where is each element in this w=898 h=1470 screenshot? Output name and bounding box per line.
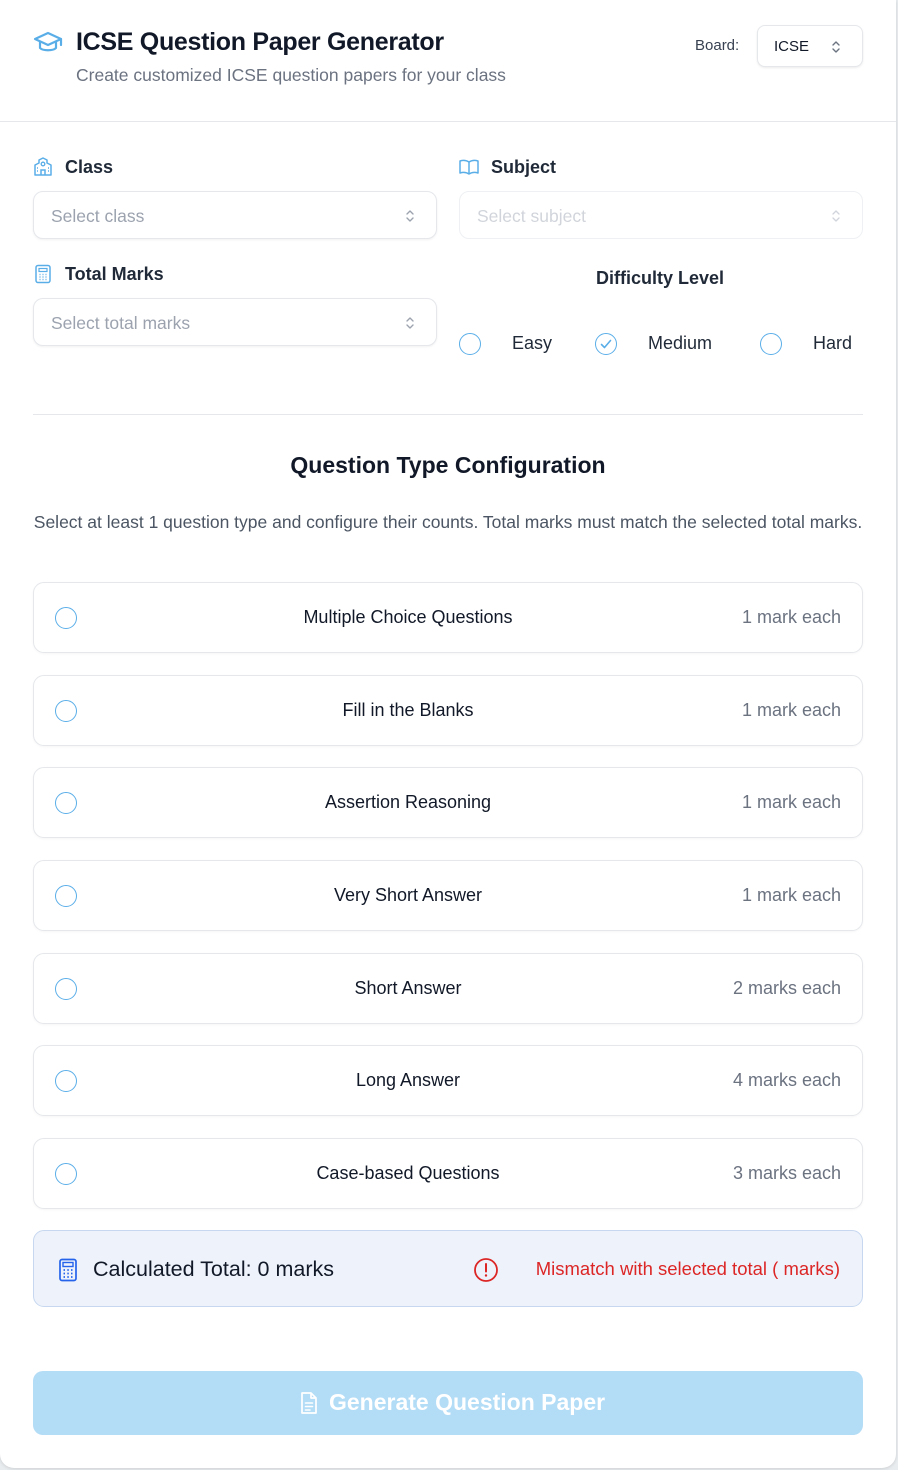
question-type-row[interactable]: Long Answer 4 marks each xyxy=(33,1045,863,1116)
alert-circle-icon xyxy=(474,1258,498,1282)
question-type-marks: 1 mark each xyxy=(741,885,841,905)
chevron-updown-icon xyxy=(406,317,414,329)
header: ICSE Question Paper Generator Create cus… xyxy=(0,0,896,122)
question-type-marks: 1 mark each xyxy=(741,700,841,720)
generate-paper-button[interactable]: Generate Question Paper xyxy=(33,1371,863,1435)
class-select[interactable]: Select class xyxy=(33,191,437,239)
question-type-name: Long Answer xyxy=(355,1070,461,1090)
class-label: Class xyxy=(65,157,114,177)
chevron-updown-icon xyxy=(832,41,840,53)
question-type-radio[interactable] xyxy=(55,978,77,1000)
difficulty-medium-radio[interactable] xyxy=(595,333,617,355)
question-type-marks: 1 mark each xyxy=(741,607,841,627)
difficulty-easy-label: Easy xyxy=(512,333,553,353)
divider xyxy=(33,414,863,415)
calculator-icon xyxy=(35,264,51,284)
book-open-icon xyxy=(459,159,479,175)
question-type-radio[interactable] xyxy=(55,607,77,629)
question-type-marks: 4 marks each xyxy=(732,1070,841,1090)
question-type-radio[interactable] xyxy=(55,700,77,722)
total-marks-placeholder: Select total marks xyxy=(51,313,191,333)
graduation-cap-icon xyxy=(33,31,63,52)
page-title: ICSE Question Paper Generator xyxy=(76,28,444,56)
config-description: Select at least 1 question type and conf… xyxy=(33,512,863,532)
question-type-row[interactable]: Assertion Reasoning 1 mark each xyxy=(33,767,863,838)
page-subtitle: Create customized ICSE question papers f… xyxy=(76,65,506,85)
file-text-icon xyxy=(301,1392,317,1414)
difficulty-medium-label: Medium xyxy=(648,333,713,353)
question-type-radio[interactable] xyxy=(55,1070,77,1092)
generator-card: ICSE Question Paper Generator Create cus… xyxy=(0,0,896,1468)
chevron-updown-icon xyxy=(406,210,414,222)
chevron-updown-icon xyxy=(832,210,840,222)
subject-placeholder: Select subject xyxy=(477,206,586,226)
question-type-name: Very Short Answer xyxy=(333,885,483,905)
class-placeholder: Select class xyxy=(51,206,145,226)
question-type-marks: 2 marks each xyxy=(732,978,841,998)
question-type-name: Multiple Choice Questions xyxy=(303,607,513,627)
question-type-row[interactable]: Short Answer 2 marks each xyxy=(33,953,863,1024)
board-select[interactable]: ICSE xyxy=(757,25,863,67)
question-type-name: Fill in the Blanks xyxy=(342,700,474,720)
calculator-icon xyxy=(59,1258,77,1282)
board-value: ICSE xyxy=(774,38,810,55)
generate-paper-label: Generate Question Paper xyxy=(329,1389,606,1415)
question-type-radio[interactable] xyxy=(55,792,77,814)
question-type-row[interactable]: Very Short Answer 1 mark each xyxy=(33,860,863,931)
total-marks-select[interactable]: Select total marks xyxy=(33,298,437,346)
difficulty-hard-radio[interactable] xyxy=(760,333,782,355)
subject-select[interactable]: Select subject xyxy=(459,191,863,239)
school-icon xyxy=(34,157,52,176)
calculated-total-text: Calculated Total: 0 marks xyxy=(93,1257,334,1281)
question-type-name: Case-based Questions xyxy=(316,1163,500,1183)
difficulty-easy-radio[interactable] xyxy=(459,333,481,355)
question-type-row[interactable]: Case-based Questions 3 marks each xyxy=(33,1138,863,1209)
question-type-radio[interactable] xyxy=(55,885,77,907)
question-type-name: Assertion Reasoning xyxy=(324,792,492,812)
total-marks-label: Total Marks xyxy=(65,264,164,284)
difficulty-label: Difficulty Level xyxy=(596,268,725,288)
question-type-row[interactable]: Fill in the Blanks 1 mark each xyxy=(33,675,863,746)
calculated-total-box: Calculated Total: 0 marks Mismatch with … xyxy=(33,1230,863,1307)
board-label: Board: xyxy=(695,37,740,54)
question-type-row[interactable]: Multiple Choice Questions 1 mark each xyxy=(33,582,863,653)
question-type-marks: 1 mark each xyxy=(741,792,841,812)
check-icon xyxy=(600,339,612,349)
question-type-name: Short Answer xyxy=(354,978,462,998)
mismatch-warning: Mismatch with selected total ( marks) xyxy=(535,1258,840,1279)
config-title: Question Type Configuration xyxy=(290,452,606,478)
question-type-marks: 3 marks each xyxy=(732,1163,841,1183)
difficulty-hard-label: Hard xyxy=(813,333,853,353)
subject-label: Subject xyxy=(491,157,557,177)
question-type-radio[interactable] xyxy=(55,1163,77,1185)
